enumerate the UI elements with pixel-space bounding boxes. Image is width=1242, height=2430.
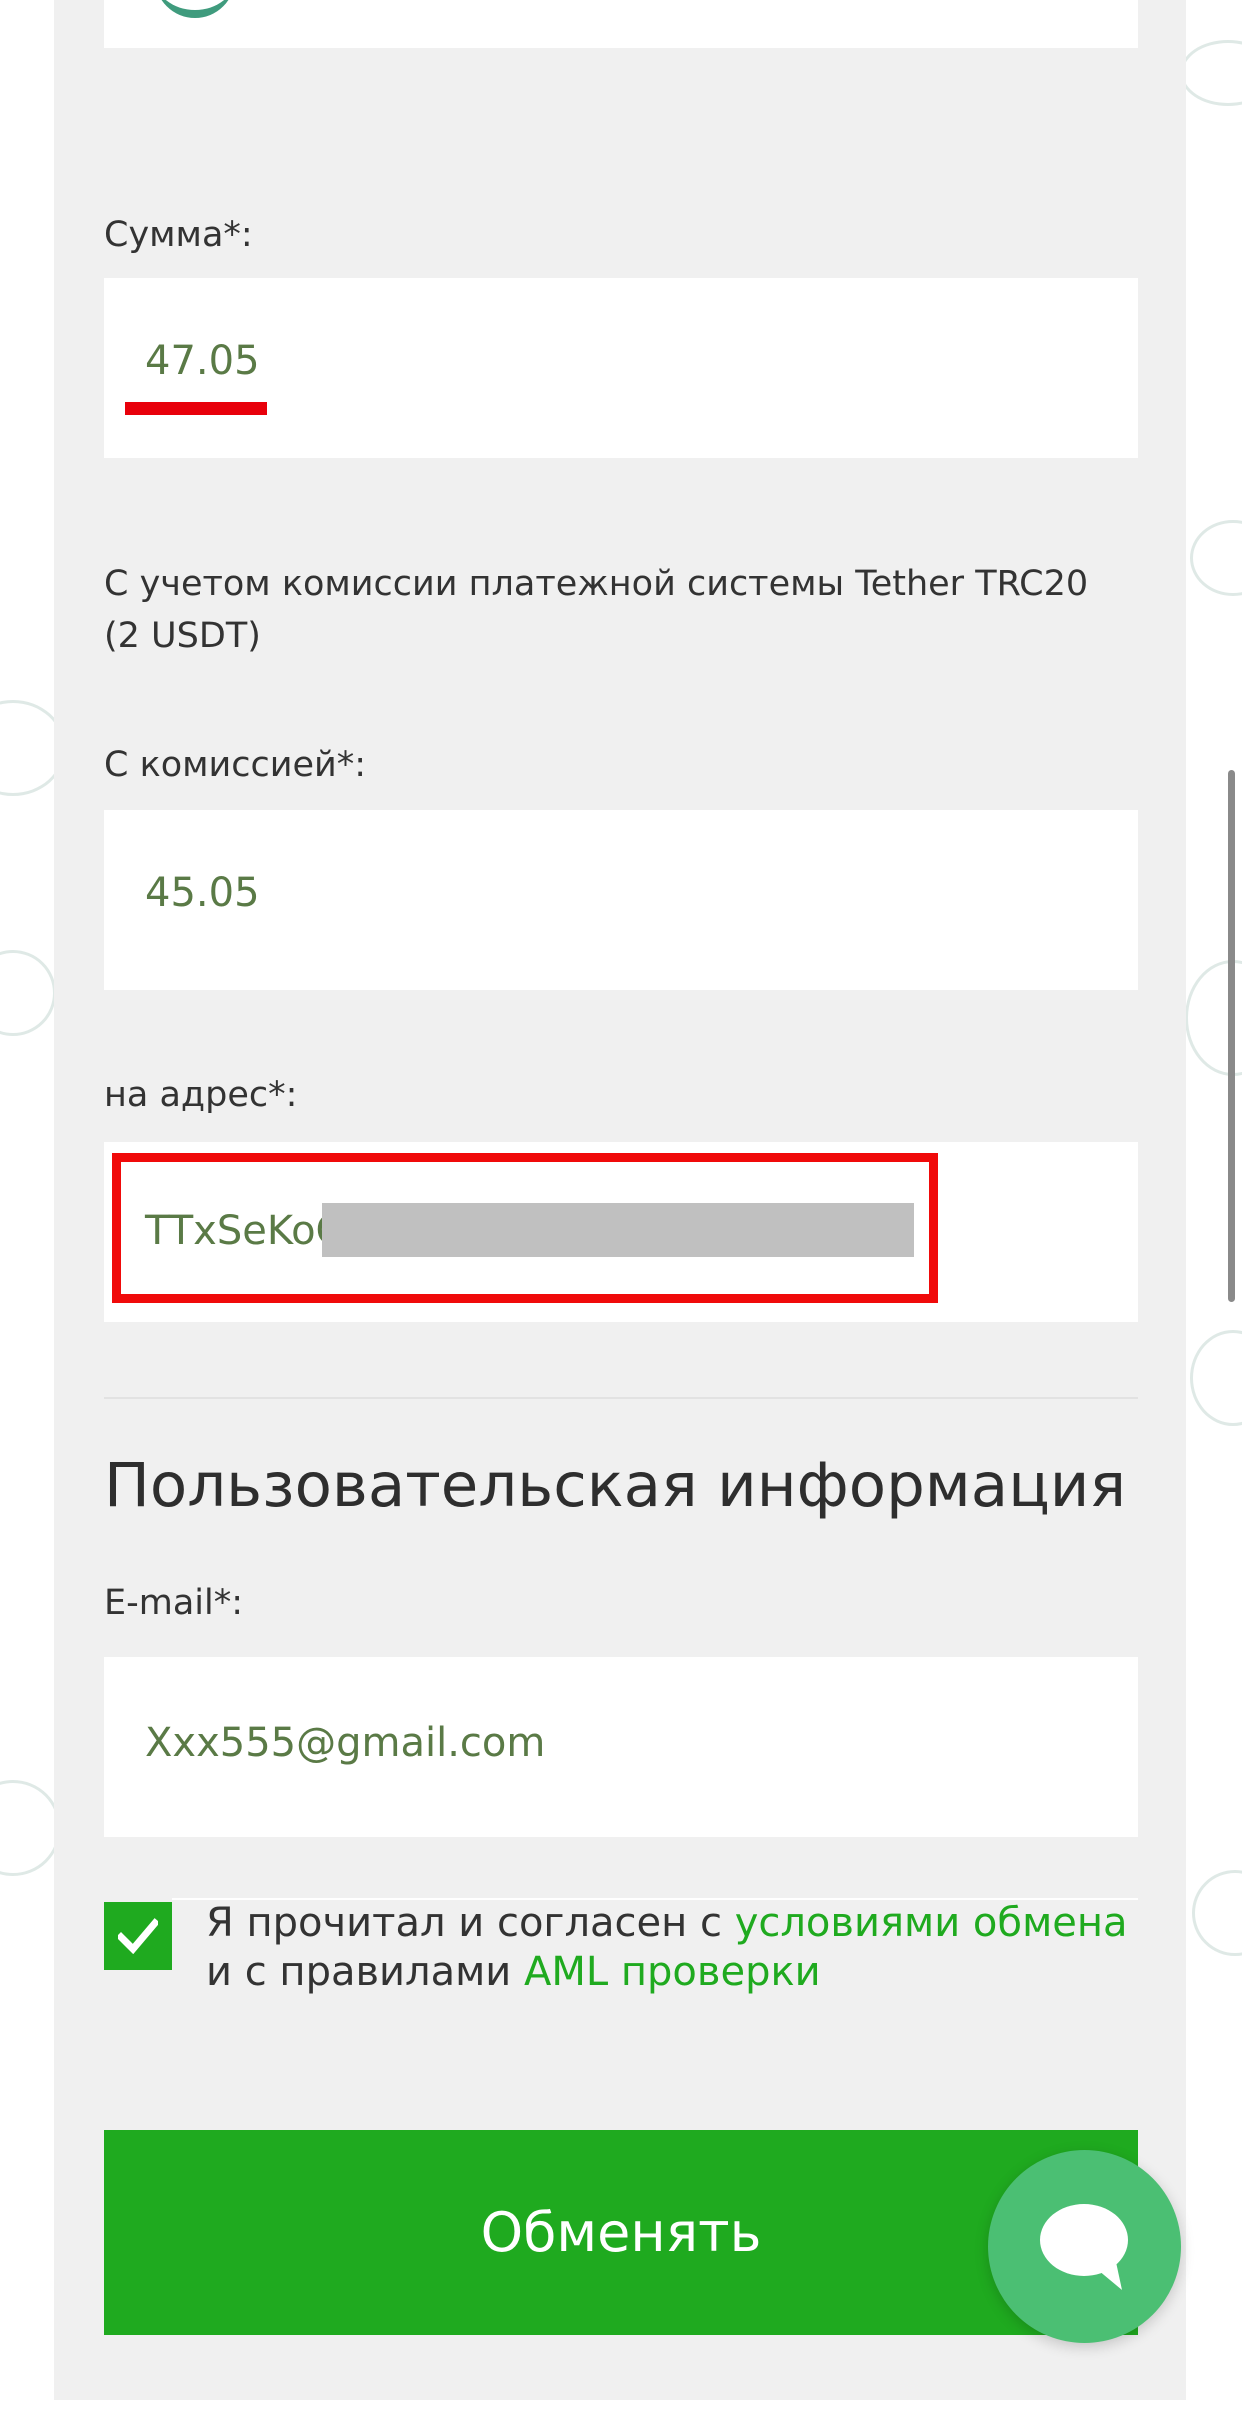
exchange-button[interactable]: Обменять — [104, 2130, 1138, 2335]
email-value: Xxx555@gmail.com — [145, 1720, 546, 1766]
top-card — [104, 0, 1138, 48]
agreement-text: Я прочитал и согласен с условиями обмена… — [206, 1899, 1146, 1997]
email-field[interactable]: Xxx555@gmail.com — [104, 1657, 1138, 1837]
background-doodle — [0, 1780, 61, 1876]
amount-field[interactable]: 47.05 — [104, 278, 1138, 458]
agreement-text-part: и с правилами — [206, 1949, 525, 1995]
bottom-strip — [0, 2400, 1242, 2430]
agreement-checkbox[interactable] — [104, 1902, 172, 1970]
chat-button[interactable] — [988, 2150, 1181, 2343]
background-doodle — [0, 950, 56, 1036]
agreement-text-part: Я прочитал и согласен с — [206, 1900, 735, 1946]
user-info-title: Пользовательская информация — [104, 1450, 1127, 1521]
amount-value: 47.05 — [145, 338, 260, 384]
with-commission-value: 45.05 — [145, 870, 260, 916]
red-underline-annotation — [125, 402, 267, 415]
address-label: на адрес*: — [104, 1075, 298, 1115]
terms-link[interactable]: условиями обмена — [735, 1900, 1128, 1946]
background-doodle — [1190, 1330, 1242, 1426]
commission-note: С учетом комиссии платежной системы Teth… — [104, 564, 1089, 656]
email-label: E-mail*: — [104, 1583, 244, 1623]
redacted-address-part — [322, 1203, 914, 1257]
with-commission-field[interactable]: 45.05 — [104, 810, 1138, 990]
amount-label: Сумма*: — [104, 215, 253, 255]
background-doodle — [1180, 40, 1242, 106]
background-doodle — [1190, 520, 1242, 596]
section-divider — [104, 1397, 1138, 1399]
chat-bubble-icon — [1040, 2204, 1128, 2290]
check-icon — [118, 1918, 158, 1954]
aml-link[interactable]: AML проверки — [524, 1949, 821, 1995]
scrollbar[interactable] — [1228, 770, 1235, 1302]
with-commission-label: С комиссией*: — [104, 745, 367, 785]
background-doodle — [1192, 1870, 1242, 1956]
